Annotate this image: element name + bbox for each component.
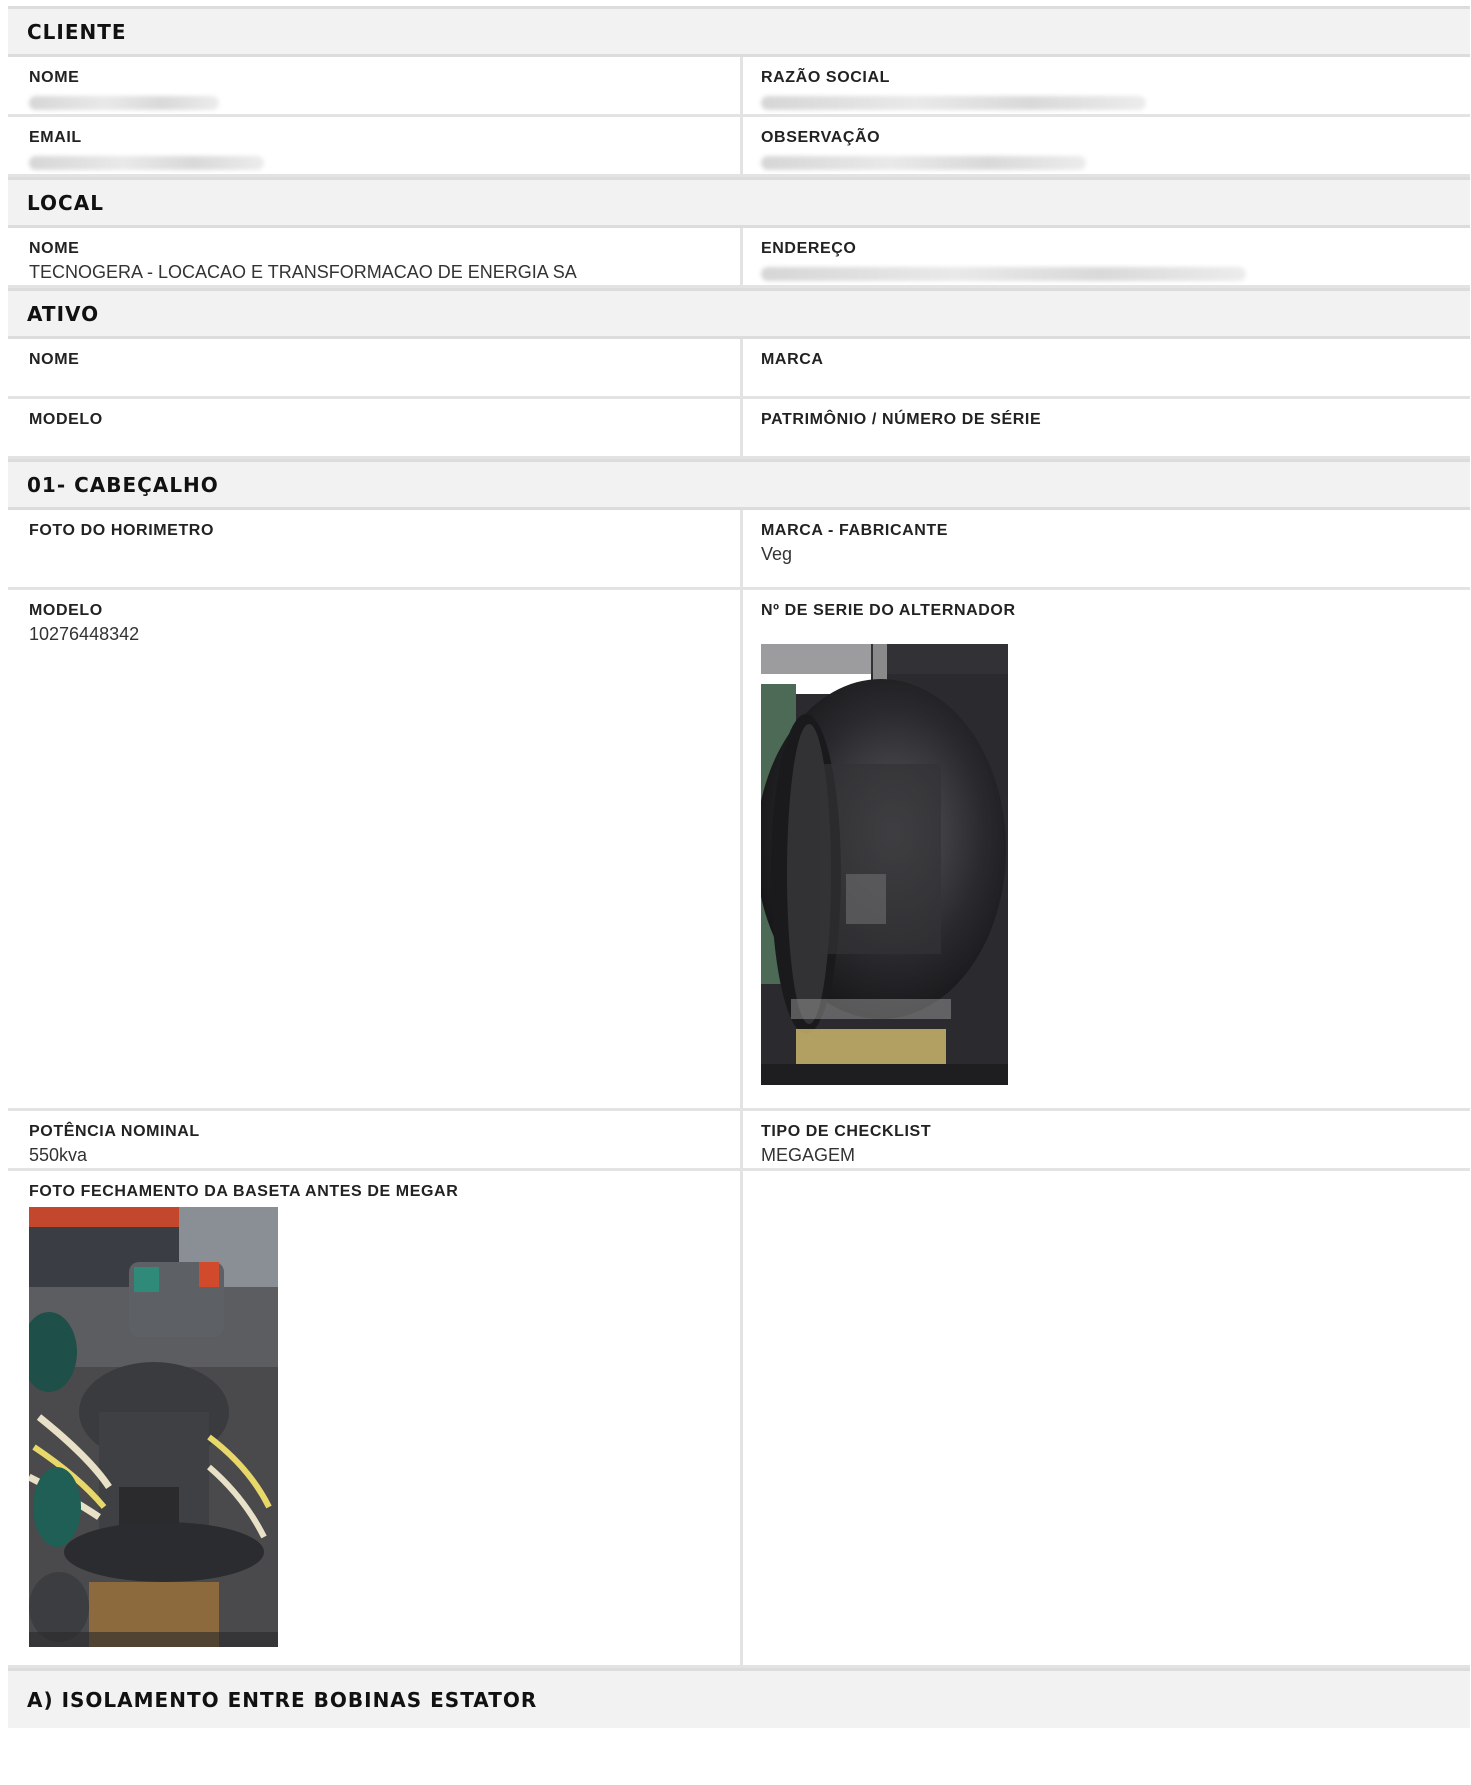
section-title: 01- CABEÇALHO [27, 472, 219, 497]
field-row: FOTO DO HORIMETRO MARCA - FABRICANTE Veg [8, 510, 1470, 590]
redacted-value [761, 96, 1146, 110]
field-row: FOTO FECHAMENTO DA BASETA ANTES DE MEGAR [8, 1171, 1470, 1668]
field-ativo-marca: MARCA [743, 339, 1470, 396]
section-header-cliente: CLIENTE [8, 6, 1470, 57]
field-value: 10276448342 [29, 624, 140, 644]
field-row: MODELO PATRIMÔNIO / NÚMERO DE SÉRIE [8, 399, 1470, 459]
redacted-value [761, 156, 1086, 170]
field-label: OBSERVAÇÃO [761, 129, 881, 146]
field-potencia-nominal: POTÊNCIA NOMINAL 550kva [8, 1111, 743, 1168]
field-modelo: MODELO 10276448342 [8, 590, 743, 1108]
field-label: ENDEREÇO [761, 240, 857, 257]
section-header-isolamento: A) ISOLAMENTO ENTRE BOBINAS ESTATOR [8, 1668, 1470, 1728]
field-label: MODELO [29, 411, 103, 428]
field-foto-baseta: FOTO FECHAMENTO DA BASETA ANTES DE MEGAR [8, 1171, 743, 1665]
field-cliente-email: EMAIL [8, 117, 743, 174]
field-tipo-checklist: TIPO DE CHECKLIST MEGAGEM [743, 1111, 1470, 1168]
field-label: EMAIL [29, 129, 82, 146]
field-local-endereco: ENDEREÇO [743, 228, 1470, 285]
checklist-report: CLIENTE NOME RAZÃO SOCIAL EMAIL OBSERVAÇ… [8, 6, 1470, 1728]
redacted-value [29, 156, 264, 170]
field-label: TIPO DE CHECKLIST [761, 1123, 932, 1140]
redacted-value [761, 267, 1246, 281]
field-label: NOME [29, 69, 80, 86]
field-label: PATRIMÔNIO / NÚMERO DE SÉRIE [761, 411, 1042, 428]
field-marca-fabricante: MARCA - FABRICANTE Veg [743, 510, 1470, 587]
field-cliente-observacao: OBSERVAÇÃO [743, 117, 1470, 174]
field-ativo-patrimonio: PATRIMÔNIO / NÚMERO DE SÉRIE [743, 399, 1470, 456]
redacted-value [29, 96, 219, 110]
field-row: NOME MARCA [8, 339, 1470, 399]
field-foto-horimetro: FOTO DO HORIMETRO [8, 510, 743, 587]
field-label: NOME [29, 351, 80, 368]
field-row: POTÊNCIA NOMINAL 550kva TIPO DE CHECKLIS… [8, 1111, 1470, 1171]
section-title: CLIENTE [27, 19, 127, 44]
field-ativo-modelo: MODELO [8, 399, 743, 456]
section-title: LOCAL [27, 190, 104, 215]
field-value: TECNOGERA - LOCACAO E TRANSFORMACAO DE E… [29, 262, 577, 282]
empty-cell [743, 1171, 1470, 1665]
alternator-photo[interactable] [761, 644, 1008, 1085]
section-header-local: LOCAL [8, 177, 1470, 228]
field-cliente-razao-social: RAZÃO SOCIAL [743, 57, 1470, 114]
field-label: MARCA - FABRICANTE [761, 522, 949, 539]
field-row: NOME TECNOGERA - LOCACAO E TRANSFORMACAO… [8, 228, 1470, 288]
field-row: MODELO 10276448342 Nº DE SERIE DO ALTERN… [8, 590, 1470, 1111]
field-label: Nº DE SERIE DO ALTERNADOR [761, 602, 1016, 619]
field-value: MEGAGEM [761, 1145, 856, 1165]
field-local-nome: NOME TECNOGERA - LOCACAO E TRANSFORMACAO… [8, 228, 743, 285]
field-row: NOME RAZÃO SOCIAL [8, 57, 1470, 117]
field-label: POTÊNCIA NOMINAL [29, 1123, 200, 1140]
section-title: A) ISOLAMENTO ENTRE BOBINAS ESTATOR [27, 1687, 538, 1712]
field-value: Veg [761, 544, 793, 564]
section-header-ativo: ATIVO [8, 288, 1470, 339]
field-label: MARCA [761, 351, 824, 368]
field-label: MODELO [29, 602, 103, 619]
field-label: NOME [29, 240, 80, 257]
field-value: 550kva [29, 1145, 88, 1165]
field-label: FOTO FECHAMENTO DA BASETA ANTES DE MEGAR [29, 1183, 459, 1200]
field-label: RAZÃO SOCIAL [761, 69, 890, 86]
field-label: FOTO DO HORIMETRO [29, 522, 215, 539]
section-header-cabecalho: 01- CABEÇALHO [8, 459, 1470, 510]
field-serie-alternador: Nº DE SERIE DO ALTERNADOR [743, 590, 1470, 1108]
field-row: EMAIL OBSERVAÇÃO [8, 117, 1470, 177]
field-ativo-nome: NOME [8, 339, 743, 396]
field-cliente-nome: NOME [8, 57, 743, 114]
section-title: ATIVO [27, 301, 100, 326]
baseta-photo[interactable] [29, 1207, 278, 1647]
